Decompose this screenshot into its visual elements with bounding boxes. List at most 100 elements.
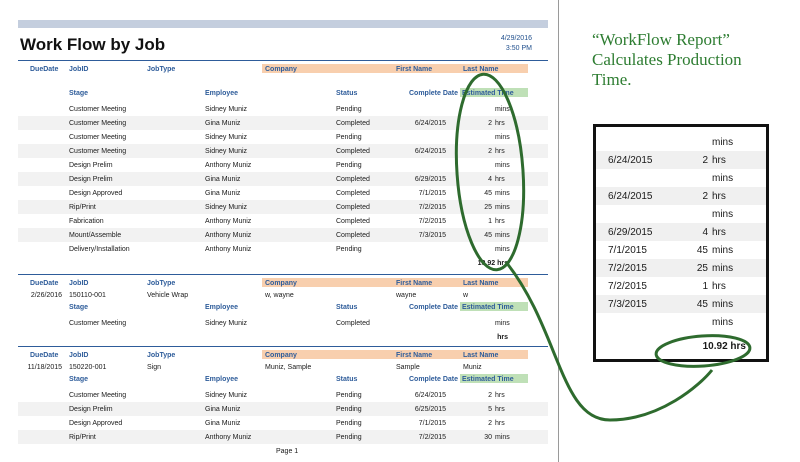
report-date: 4/29/2016	[500, 35, 532, 42]
zoom-row: mins	[596, 313, 766, 331]
col-header-jobid: JobID	[69, 280, 89, 287]
employee-cell: Sidney Muniz	[205, 106, 248, 113]
stage-cell: Design Approved	[69, 420, 123, 427]
col-header-duedate: DueDate	[30, 66, 59, 73]
status-cell: Pending	[336, 406, 362, 413]
job-first-name: Sample	[396, 364, 420, 371]
col-header-jobtype: JobType	[147, 352, 176, 359]
estimated-value-cell: 2	[488, 420, 492, 427]
status-cell: Pending	[336, 106, 362, 113]
complete-date-cell: 6/24/2015	[414, 120, 446, 127]
zoom-date: 7/1/2015	[608, 245, 647, 256]
col-header-estimated-time: Estimated Time	[462, 90, 514, 97]
zoom-unit: hrs	[712, 227, 726, 238]
job-divider	[18, 274, 548, 275]
col-header-stage: Stage	[69, 90, 89, 97]
stage-cell: Design Prelim	[69, 176, 113, 183]
job-last-name: w	[463, 292, 469, 299]
zoom-value: 45	[696, 245, 708, 256]
status-cell: Completed	[336, 320, 370, 327]
job-id: 150110-001	[69, 292, 106, 299]
estimated-value-cell: 1	[488, 218, 492, 225]
zoom-value: 4	[702, 227, 708, 238]
employee-cell: Gina Muniz	[205, 420, 241, 427]
complete-date-cell: 7/1/2015	[418, 420, 446, 427]
col-header-first-name: First Name	[396, 280, 433, 287]
col-header-last-name: Last Name	[463, 66, 499, 73]
report-top-bar	[18, 20, 548, 28]
col-header-first-name: First Name	[396, 352, 433, 359]
stage-cell: Rip/Print	[69, 434, 96, 441]
estimated-unit-cell: mins	[495, 134, 510, 141]
col-header-duedate: DueDate	[30, 352, 59, 359]
estimated-unit-cell: hrs	[495, 420, 505, 427]
zoom-date: 6/24/2015	[608, 155, 653, 166]
col-header-status: Status	[336, 90, 358, 97]
zoom-unit: mins	[712, 245, 734, 256]
stage-cell: Customer Meeting	[69, 134, 127, 141]
job-company: w, wayne	[265, 292, 294, 299]
employee-cell: Sidney Muniz	[205, 148, 248, 155]
status-cell: Pending	[336, 434, 362, 441]
zoom-unit: mins	[712, 173, 734, 184]
zoom-row: 6/24/2015 2 hrs	[596, 151, 766, 169]
employee-cell: Sidney Muniz	[205, 392, 248, 399]
complete-date-cell: 6/24/2015	[414, 148, 446, 155]
col-header-last-name: Last Name	[463, 352, 499, 359]
zoom-unit: mins	[712, 317, 734, 328]
zoom-value: 2	[702, 155, 708, 166]
page-number: Page 1	[276, 448, 299, 455]
status-cell: Completed	[336, 218, 370, 225]
col-header-estimated-time: Estimated Time	[462, 304, 514, 311]
estimated-value-cell: 5	[488, 406, 492, 413]
report-title: Work Flow by Job	[20, 35, 166, 54]
zoom-unit: hrs	[712, 155, 726, 166]
job-due-date: 11/18/2015	[27, 364, 62, 371]
employee-cell: Anthony Muniz	[205, 434, 252, 441]
estimated-unit-cell: mins	[495, 190, 510, 197]
report-page: Work Flow by Job 4/29/2016 3:50 PM DueDa…	[0, 0, 559, 462]
zoom-row: 7/2/2015 1 hrs	[596, 277, 766, 295]
stage-cell: Fabrication	[69, 218, 104, 225]
stage-cell: Design Prelim	[69, 406, 113, 413]
estimated-unit-cell: hrs	[495, 148, 505, 155]
job-last-name: Muniz	[463, 364, 482, 371]
callout-text: “WorkFlow Report” Calculates Production …	[592, 30, 782, 90]
complete-date-cell: 7/1/2015	[418, 190, 446, 197]
employee-cell: Sidney Muniz	[205, 320, 248, 327]
col-header-jobtype: JobType	[147, 280, 176, 287]
job-company: Muniz, Sample	[265, 364, 312, 371]
zoom-date: 6/24/2015	[608, 191, 653, 202]
status-cell: Completed	[336, 204, 370, 211]
estimated-value-cell: 30	[484, 434, 492, 441]
job-type: Vehicle Wrap	[147, 292, 189, 299]
estimated-unit-cell: mins	[495, 204, 510, 211]
stage-cell: Mount/Assemble	[69, 232, 122, 239]
complete-date-cell: 6/29/2015	[414, 176, 446, 183]
estimated-value-cell: 45	[484, 190, 492, 197]
zoom-value: 45	[696, 299, 708, 310]
complete-date-cell: 7/2/2015	[418, 434, 446, 441]
callout-line-1: “WorkFlow Report”	[592, 30, 730, 49]
job-type: Sign	[147, 364, 162, 371]
stage-cell: Customer Meeting	[69, 148, 127, 155]
estimated-unit-cell: hrs	[495, 218, 505, 225]
employee-cell: Gina Muniz	[205, 120, 241, 127]
col-header-duedate: DueDate	[30, 280, 59, 287]
estimated-unit-cell: hrs	[495, 120, 505, 127]
status-cell: Completed	[336, 176, 370, 183]
stage-cell: Customer Meeting	[69, 106, 127, 113]
col-header-first-name: First Name	[396, 66, 433, 73]
job-first-name: wayne	[396, 292, 417, 299]
estimated-unit-cell: mins	[495, 246, 510, 253]
complete-date-cell: 7/2/2015	[418, 204, 446, 211]
row-stripe	[18, 200, 548, 214]
estimated-total: hrs	[497, 334, 508, 341]
estimated-value-cell: 2	[488, 392, 492, 399]
stage-cell: Rip/Print	[69, 204, 96, 211]
estimated-value-cell: 2	[488, 148, 492, 155]
status-cell: Completed	[336, 148, 370, 155]
zoom-unit: hrs	[712, 281, 726, 292]
report-time: 3:50 PM	[505, 45, 532, 52]
col-header-status: Status	[336, 304, 358, 311]
